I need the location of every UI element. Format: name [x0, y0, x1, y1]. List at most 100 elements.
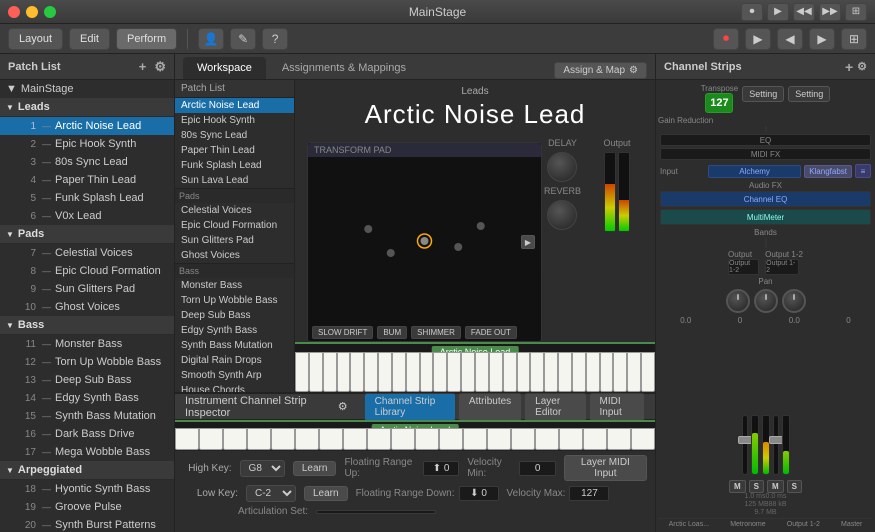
record-button[interactable]: ⏺ — [741, 3, 763, 21]
grid-button[interactable]: ⊞ — [845, 3, 867, 21]
tab-workspace[interactable]: Workspace — [183, 57, 266, 79]
cs-mute-button[interactable]: M — [729, 480, 746, 493]
ws-patch-funk[interactable]: Funk Splash Lead — [175, 158, 294, 173]
play-button[interactable]: ▶ — [767, 3, 789, 21]
white-key-12[interactable] — [447, 352, 461, 392]
perform-button[interactable]: Perform — [116, 28, 177, 50]
white-key-18[interactable] — [530, 352, 544, 392]
tab-channel-strip-library[interactable]: Channel Strip Library — [364, 393, 456, 421]
ws-patch-torn2[interactable]: Torn Up Wobble Bass — [175, 293, 294, 308]
white-key-24[interactable] — [613, 352, 627, 392]
maximize-button[interactable] — [44, 6, 56, 18]
ws-patch-arctic[interactable]: Arctic Noise Lead — [175, 98, 294, 113]
cs-fader-track-2[interactable] — [773, 415, 779, 475]
white-key-20[interactable] — [558, 352, 572, 392]
btn-bum[interactable]: BUM — [377, 326, 407, 339]
mainstage-item[interactable]: ▼ MainStage — [0, 80, 174, 98]
btn-fade-out[interactable]: FADE OUT — [465, 326, 517, 339]
patch-item-mega[interactable]: 17 — Mega Wobble Bass — [0, 443, 174, 461]
high-key-select[interactable]: G8 — [240, 460, 285, 477]
cs-multimeter[interactable]: MultiMeter — [660, 209, 871, 225]
patch-item-epic-cloud[interactable]: 8 — Epic Cloud Formation — [0, 262, 174, 280]
white-key-7[interactable] — [378, 352, 392, 392]
cs-pan-knob-3[interactable] — [782, 289, 806, 313]
patch-item-vox[interactable]: 6 — V0x Lead — [0, 207, 174, 225]
cs-setting-btn[interactable]: Setting — [742, 86, 784, 102]
cs-pan-knob-1[interactable] — [726, 289, 750, 313]
patch-list-add-button[interactable]: + — [139, 59, 147, 74]
white-key-9[interactable] — [406, 352, 420, 392]
assign-map-button[interactable]: Assign & Map ⚙ — [554, 62, 647, 79]
cs-solo-button2[interactable]: S — [787, 480, 802, 493]
inspector-key-7[interactable] — [319, 428, 343, 450]
cs-fader-track-1[interactable] — [742, 415, 748, 475]
cs-add-button[interactable]: + — [845, 59, 853, 75]
cs-output-slot1[interactable]: Output 1-2 — [728, 259, 759, 275]
inspector-key-1[interactable] — [175, 428, 199, 450]
patch-item-sun-glitters[interactable]: 9 — Sun Glitters Pad — [0, 280, 174, 298]
inspector-key-20[interactable] — [631, 428, 655, 450]
ws-patch-sun-glitters2[interactable]: Sun Glitters Pad — [175, 233, 294, 248]
white-key-23[interactable] — [600, 352, 614, 392]
low-key-select[interactable]: C-2 — [246, 485, 296, 502]
cs-output-slot2[interactable]: Output 1-2 — [765, 259, 799, 275]
ws-patch-celestial[interactable]: Celestial Voices — [175, 203, 294, 218]
patch-item-80s-sync[interactable]: 3 — 80s Sync Lead — [0, 153, 174, 171]
transport-back[interactable]: ◀ — [777, 28, 803, 50]
ws-patch-monster2[interactable]: Monster Bass — [175, 278, 294, 293]
patch-item-celestial[interactable]: 7 — Celestial Voices — [0, 244, 174, 262]
btn-shimmer[interactable]: SHIMMER — [411, 326, 461, 339]
white-key-6[interactable] — [364, 352, 378, 392]
inspector-key-6[interactable] — [295, 428, 319, 450]
cs-channel-eq[interactable]: Channel EQ — [660, 191, 871, 207]
inspector-key-4[interactable] — [247, 428, 271, 450]
btn-slow-drift[interactable]: SLOW DRIFT — [312, 326, 373, 339]
ws-patch-synth-mut2[interactable]: Synth Bass Mutation — [175, 338, 294, 353]
help-icon[interactable]: ? — [262, 28, 288, 50]
patch-item-torn[interactable]: 12 — Torn Up Wobble Bass — [0, 353, 174, 371]
high-key-learn-button[interactable]: Learn — [293, 461, 337, 476]
white-key-13[interactable] — [461, 352, 475, 392]
inspector-key-15[interactable] — [511, 428, 535, 450]
transport-play[interactable]: ▶ — [745, 28, 771, 50]
cs-solo-button[interactable]: S — [749, 480, 764, 493]
ws-patch-epic-hook[interactable]: Epic Hook Synth — [175, 113, 294, 128]
cs-gear-button[interactable]: ⚙ — [857, 60, 867, 73]
layout-button[interactable]: Layout — [8, 28, 63, 50]
white-key-21[interactable] — [572, 352, 586, 392]
cs-setting2-btn[interactable]: Setting — [788, 86, 830, 102]
inspector-key-10[interactable] — [391, 428, 415, 450]
ws-patch-80s[interactable]: 80s Sync Lead — [175, 128, 294, 143]
transport-forward[interactable]: ▶ — [809, 28, 835, 50]
patch-item-synth-mutation[interactable]: 15 — Synth Bass Mutation — [0, 407, 174, 425]
ws-patch-sun-lava[interactable]: Sun Lava Lead — [175, 173, 294, 188]
cs-input-toggle[interactable]: ≡ — [855, 164, 871, 178]
white-key-1[interactable] — [295, 352, 309, 392]
tab-midi-input[interactable]: MIDI Input — [589, 393, 646, 421]
tab-assignments[interactable]: Assignments & Mappings — [268, 57, 420, 79]
ws-patch-paper[interactable]: Paper Thin Lead — [175, 143, 294, 158]
white-key-26[interactable] — [641, 352, 655, 392]
white-key-10[interactable] — [420, 352, 434, 392]
white-key-19[interactable] — [544, 352, 558, 392]
patch-item-ghost[interactable]: 10 — Ghost Voices — [0, 298, 174, 316]
patch-item-arctic-noise-lead[interactable]: 1 — Arctic Noise Lead — [0, 117, 174, 135]
patch-item-funk[interactable]: 5 — Funk Splash Lead — [0, 189, 174, 207]
inspector-key-17[interactable] — [559, 428, 583, 450]
cs-pan-knob-2[interactable] — [754, 289, 778, 313]
inspector-key-19[interactable] — [607, 428, 631, 450]
white-key-8[interactable] — [392, 352, 406, 392]
close-button[interactable] — [8, 6, 20, 18]
inspector-key-12[interactable] — [439, 428, 463, 450]
tab-attributes[interactable]: Attributes — [458, 393, 522, 421]
patch-item-epic-hook[interactable]: 2 — Epic Hook Synth — [0, 135, 174, 153]
inspector-key-9[interactable] — [367, 428, 391, 450]
patch-item-synth-burst[interactable]: 20 — Synth Burst Patterns — [0, 516, 174, 532]
inspector-key-11[interactable] — [415, 428, 439, 450]
white-key-2[interactable] — [309, 352, 323, 392]
white-key-22[interactable] — [586, 352, 600, 392]
patch-list-gear-button[interactable]: ⚙ — [154, 59, 166, 75]
white-key-3[interactable] — [323, 352, 337, 392]
inspector-key-8[interactable] — [343, 428, 367, 450]
ws-patch-epic-cloud2[interactable]: Epic Cloud Formation — [175, 218, 294, 233]
